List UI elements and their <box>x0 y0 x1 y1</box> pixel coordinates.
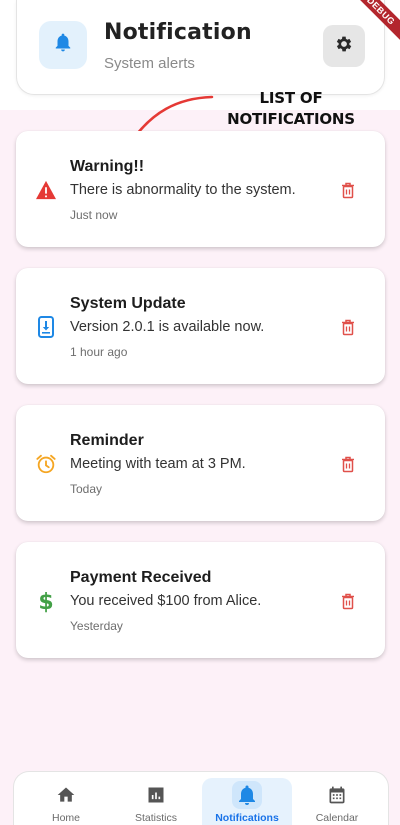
notification-card[interactable]: Warning!! There is abnormality to the sys… <box>16 131 385 247</box>
bell-icon <box>232 781 262 809</box>
gear-icon <box>334 34 354 59</box>
notification-card[interactable]: $ Payment Received You received $100 from … <box>16 542 385 658</box>
annotation-label: LIST OF NOTIFICATIONS <box>218 88 364 130</box>
nav-label-statistics: Statistics <box>134 812 177 824</box>
delete-icon[interactable] <box>339 317 357 337</box>
svg-text:$: $ <box>38 590 53 613</box>
notification-card[interactable]: System Update Version 2.0.1 is available … <box>16 268 385 384</box>
notification-title: Warning!! <box>70 158 145 175</box>
notification-time: Yesterday <box>70 619 123 633</box>
header-icon-box <box>39 21 87 69</box>
header-card: Notification System alerts <box>16 0 385 95</box>
nav-label-notifications: Notifications <box>215 812 279 824</box>
notification-message: There is abnormality to the system. <box>70 182 296 198</box>
nav-item-calendar[interactable]: Calendar <box>292 772 382 825</box>
nav-item-home[interactable]: Home <box>21 772 111 825</box>
notification-time: 1 hour ago <box>70 345 128 359</box>
bell-icon <box>53 32 73 59</box>
annotation-line-1: LIST OF <box>259 89 323 107</box>
page-subtitle: System alerts <box>104 55 195 72</box>
delete-icon[interactable] <box>339 180 357 200</box>
nav-label-home: Home <box>51 812 80 824</box>
page-title: Notification <box>104 20 252 45</box>
bottom-navigation: Home Statistics Notifications Calendar <box>13 771 389 825</box>
alarm-clock-icon <box>35 453 57 475</box>
calendar-icon <box>327 784 347 806</box>
notification-time: Just now <box>70 208 118 222</box>
notification-title: Payment Received <box>70 569 212 586</box>
notification-message: You received $100 from Alice. <box>70 593 262 609</box>
nav-item-statistics[interactable]: Statistics <box>111 772 201 825</box>
delete-icon[interactable] <box>339 454 357 474</box>
dollar-icon: $ <box>35 590 57 613</box>
notification-time: Today <box>70 482 103 496</box>
phone-download-icon <box>35 316 57 338</box>
delete-icon[interactable] <box>339 591 357 611</box>
notification-title: System Update <box>70 295 186 312</box>
nav-item-notifications[interactable]: Notifications <box>202 778 292 825</box>
notification-message: Version 2.0.1 is available now. <box>70 319 265 335</box>
bar-chart-icon <box>146 784 166 806</box>
notification-title: Reminder <box>70 432 144 449</box>
notification-message: Meeting with team at 3 PM. <box>70 456 246 472</box>
annotation-line-2: NOTIFICATIONS <box>227 110 355 128</box>
notification-card[interactable]: Reminder Meeting with team at 3 PM. Today <box>16 405 385 521</box>
nav-label-calendar: Calendar <box>315 812 359 824</box>
home-icon <box>56 784 76 806</box>
settings-button[interactable] <box>323 25 365 67</box>
warning-icon <box>35 179 57 201</box>
